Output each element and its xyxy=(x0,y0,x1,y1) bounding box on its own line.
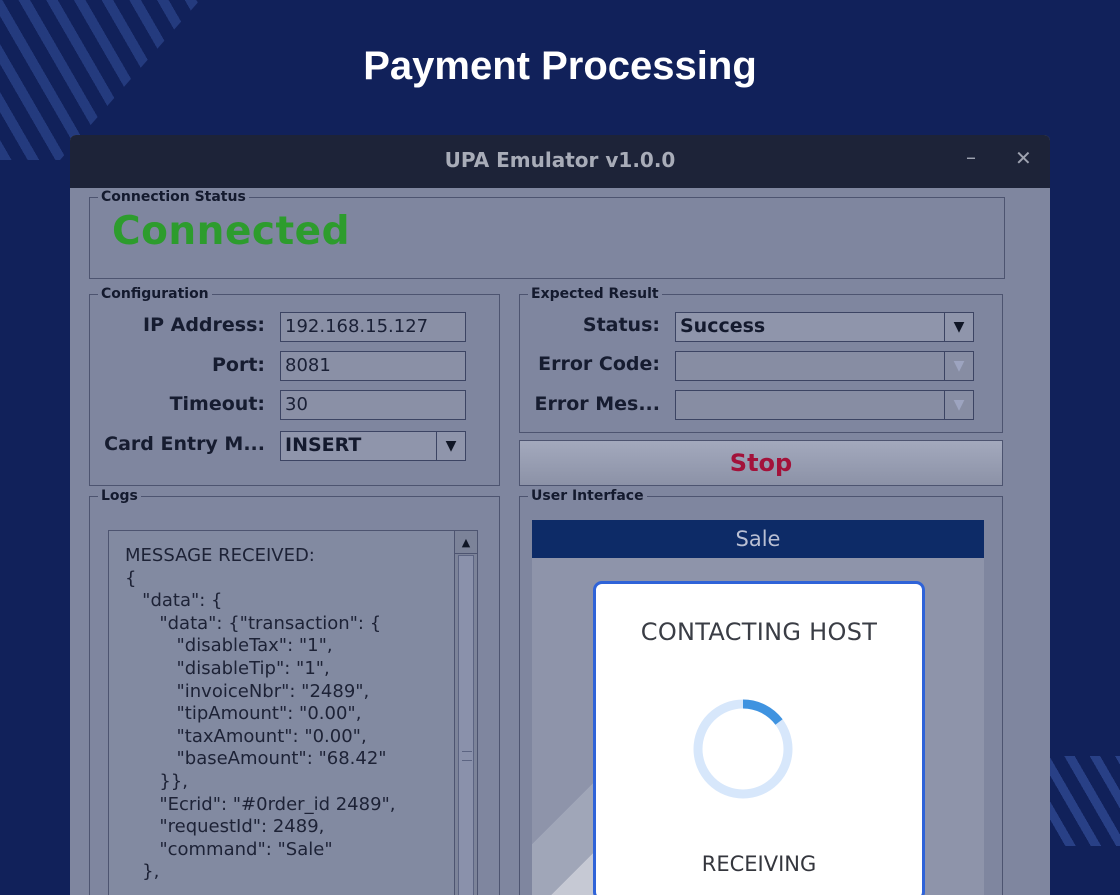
port-field[interactable]: 8081 xyxy=(280,351,466,381)
chevron-down-icon[interactable]: ▼ xyxy=(944,391,973,419)
emulator-window: UPA Emulator v1.0.0 – ✕ Connection Statu… xyxy=(70,135,1050,895)
screen-header: Sale xyxy=(532,520,984,558)
loading-spinner-icon xyxy=(693,699,793,799)
error-message-label: Error Mes... xyxy=(534,393,660,415)
card-entry-mode-value: INSERT xyxy=(285,434,362,456)
ip-address-field[interactable]: 192.168.15.127 xyxy=(280,312,466,342)
connection-status-label: Connection Status xyxy=(98,189,249,205)
page-title: Payment Processing xyxy=(363,44,757,88)
window-title: UPA Emulator v1.0.0 xyxy=(444,148,676,172)
dialog-status: RECEIVING xyxy=(701,852,817,876)
log-text: MESSAGE RECEIVED: { "data": { "data": {"… xyxy=(125,545,396,883)
status-select-value: Success xyxy=(680,315,766,337)
grip-icon xyxy=(462,751,472,761)
close-icon[interactable]: ✕ xyxy=(1015,146,1032,170)
logs-label: Logs xyxy=(98,488,141,504)
timeout-label: Timeout: xyxy=(169,393,265,415)
ip-address-label: IP Address: xyxy=(143,314,265,336)
dialog-title: CONTACTING HOST xyxy=(640,618,878,646)
chevron-down-icon[interactable]: ▼ xyxy=(944,313,973,341)
contacting-host-dialog: CONTACTING HOST RECEIVING xyxy=(593,581,925,895)
error-code-label: Error Code: xyxy=(538,353,660,375)
connection-status-value: Connected xyxy=(112,209,351,254)
user-interface-label: User Interface xyxy=(528,488,647,504)
arrow-up-icon[interactable]: ▲ xyxy=(455,531,477,554)
expected-result-label: Expected Result xyxy=(528,286,662,302)
minimize-icon[interactable]: – xyxy=(966,145,976,169)
chevron-down-icon[interactable]: ▼ xyxy=(436,432,465,460)
log-scrollbar[interactable]: ▲ xyxy=(454,531,477,895)
error-code-select[interactable]: ▼ xyxy=(675,351,974,381)
status-label: Status: xyxy=(582,314,660,336)
status-select[interactable]: Success ▼ xyxy=(675,312,974,342)
port-label: Port: xyxy=(211,354,265,376)
card-entry-mode-label: Card Entry M... xyxy=(104,433,265,455)
error-message-select[interactable]: ▼ xyxy=(675,390,974,420)
stop-button[interactable]: Stop xyxy=(519,440,1003,486)
log-textarea[interactable]: MESSAGE RECEIVED: { "data": { "data": {"… xyxy=(108,530,478,895)
scroll-thumb[interactable] xyxy=(458,555,474,895)
timeout-field[interactable]: 30 xyxy=(280,390,466,420)
configuration-label: Configuration xyxy=(98,286,212,302)
card-entry-mode-select[interactable]: INSERT ▼ xyxy=(280,431,466,461)
background-stripes xyxy=(1040,756,1120,846)
chevron-down-icon[interactable]: ▼ xyxy=(944,352,973,380)
window-titlebar[interactable]: UPA Emulator v1.0.0 – ✕ xyxy=(70,135,1050,188)
